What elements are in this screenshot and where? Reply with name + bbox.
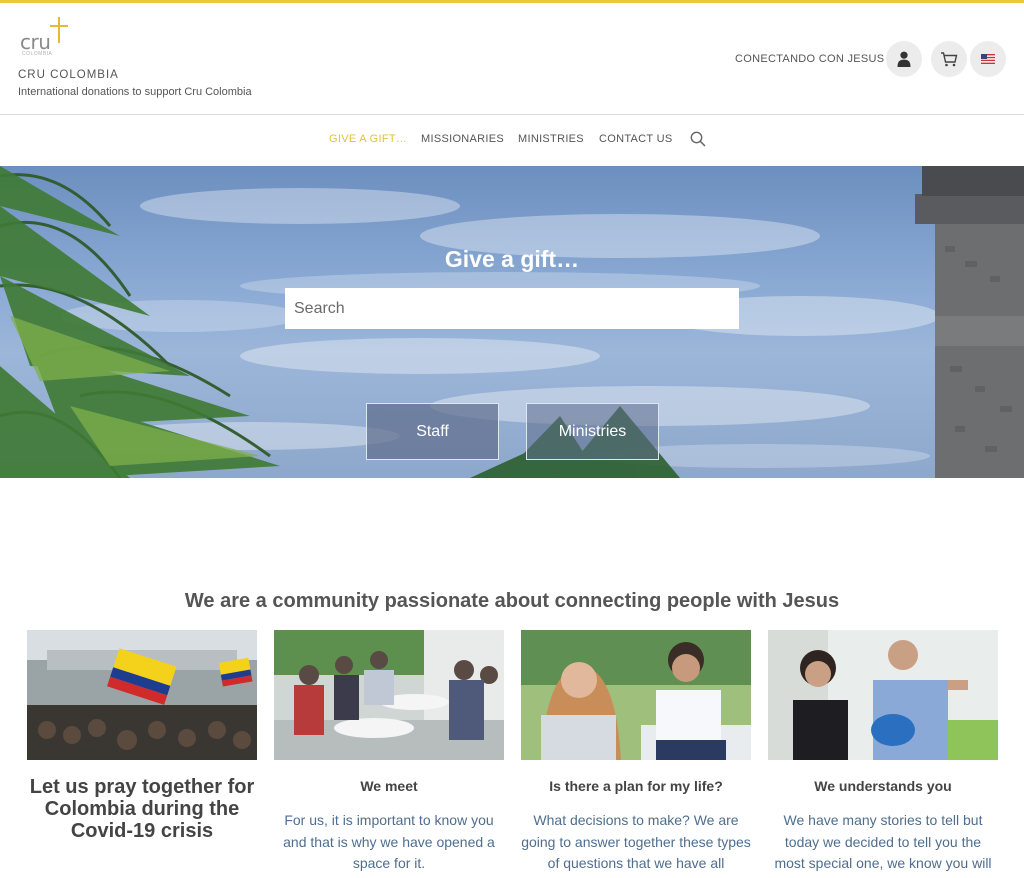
card-image-meeting <box>274 630 504 760</box>
language-button[interactable] <box>970 41 1006 77</box>
staff-button[interactable]: Staff <box>366 403 499 460</box>
hero-search-input[interactable] <box>285 288 739 329</box>
card-image-rally <box>27 630 257 760</box>
card-text: What decisions to make? We are going to … <box>521 812 751 871</box>
hero-title: Give a gift… <box>444 246 580 272</box>
site-name[interactable]: CRU COLOMBIA <box>18 69 119 81</box>
card-image-talking <box>768 630 998 760</box>
nav-missionaries[interactable]: MISSIONARIES <box>421 133 504 145</box>
card-text: We have many stories to tell but today w… <box>774 812 992 871</box>
conectando-link[interactable]: CONECTANDO CON JESUS <box>735 53 884 65</box>
user-icon <box>897 51 911 67</box>
nav-contact-us[interactable]: CONTACT US <box>599 133 673 145</box>
ministries-button[interactable]: Ministries <box>526 403 659 460</box>
card-we-meet[interactable]: We meet For us, it is important to know … <box>274 630 504 875</box>
main-nav: GIVE A GIFT… MISSIONARIES MINISTRIES CON… <box>0 116 1024 166</box>
card-text: For us, it is important to know you and … <box>283 812 495 871</box>
cru-logo[interactable]: cru COLOMBIA <box>18 17 78 59</box>
cart-button[interactable] <box>931 41 967 77</box>
hero-banner: Give a gift… Staff Ministries <box>0 166 1024 478</box>
card-title[interactable]: We meet <box>274 778 504 794</box>
cross-icon <box>50 17 70 43</box>
card-pray[interactable]: Let us pray together for Colombia during… <box>27 630 257 842</box>
us-flag-icon <box>981 54 995 64</box>
card-image-conversation <box>521 630 751 760</box>
community-title: We are a community passionate about conn… <box>184 590 840 612</box>
account-button[interactable] <box>886 41 922 77</box>
nav-ministries[interactable]: MINISTRIES <box>518 133 584 145</box>
card-title[interactable]: We understands you <box>768 778 998 794</box>
card-title[interactable]: Is there a plan for my life? <box>521 778 751 794</box>
card-plan[interactable]: Is there a plan for my life? What decisi… <box>521 630 751 875</box>
card-title[interactable]: Let us pray together for Colombia during… <box>27 776 257 842</box>
site-tagline: International donations to support Cru C… <box>18 86 252 98</box>
cart-icon <box>941 52 958 67</box>
search-icon[interactable] <box>689 130 707 148</box>
card-understands[interactable]: We understands you We have many stories … <box>768 630 998 875</box>
site-header: cru COLOMBIA CRU COLOMBIA International … <box>0 3 1024 115</box>
logo-subtext: COLOMBIA <box>22 51 53 57</box>
nav-give-a-gift[interactable]: GIVE A GIFT… <box>329 133 407 145</box>
